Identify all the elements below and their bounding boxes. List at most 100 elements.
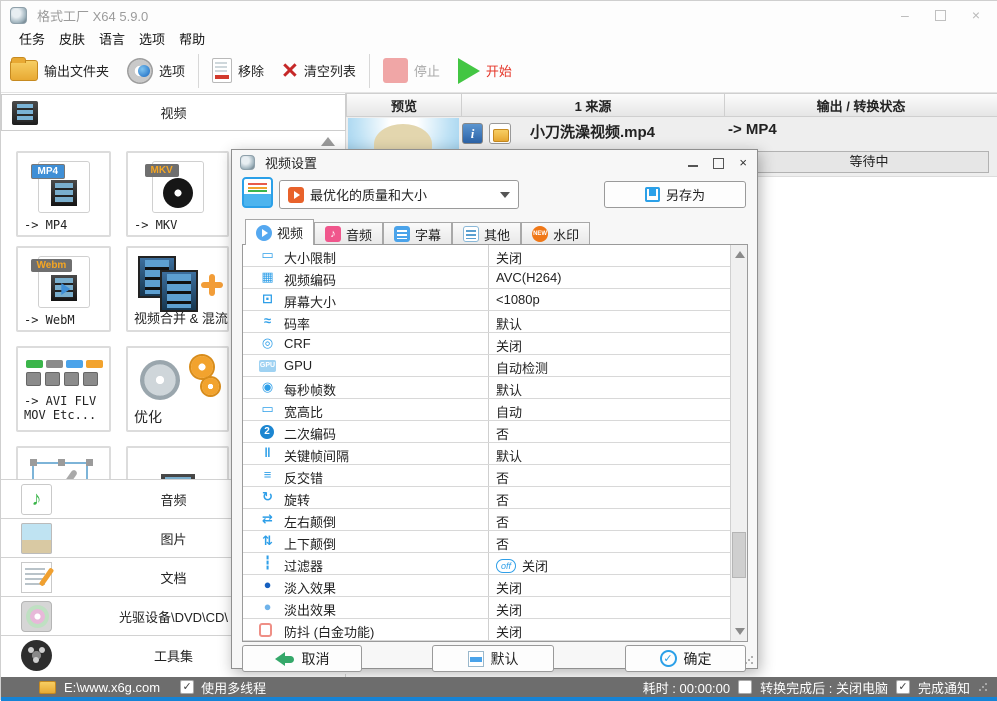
- other-tab-icon: [463, 226, 480, 242]
- mkv-file-icon: MKV: [144, 161, 204, 213]
- scroll-up-arrow[interactable]: [735, 251, 745, 258]
- tab-audio[interactable]: ♪ 音频: [314, 222, 384, 245]
- setting-row-chip[interactable]: ▦ 视频编码 AVC(H264): [243, 267, 747, 289]
- column-output-status[interactable]: 输出 / 转换状态: [725, 94, 997, 116]
- output-path[interactable]: E:\www.x6g.com: [64, 680, 160, 695]
- save-as-label: 另存为: [665, 188, 705, 203]
- start-button[interactable]: 开始: [449, 51, 521, 91]
- tab-other[interactable]: 其他: [452, 222, 522, 245]
- menu-item-3[interactable]: 选项: [139, 29, 165, 49]
- list-scrollbar[interactable]: [730, 245, 747, 641]
- floppy-icon: [644, 187, 660, 202]
- card-to-avi-flv-mov[interactable]: -> AVI FLV MOV Etc...: [16, 346, 111, 432]
- default-button[interactable]: 默认: [432, 645, 554, 672]
- column-preview[interactable]: 预览: [347, 94, 462, 116]
- column-divider: [488, 245, 489, 266]
- dialog-maximize-button[interactable]: [713, 158, 725, 169]
- multithread-checkbox[interactable]: ✓: [180, 680, 195, 694]
- column-divider: [488, 333, 489, 354]
- source-filename: 小刀洗澡视频.mp4: [529, 124, 655, 141]
- setting-row-fadeout[interactable]: ● 淡出效果 关闭: [243, 597, 747, 619]
- setting-row-keyframe[interactable]: ‖ 关键帧间隔 默认: [243, 443, 747, 465]
- close-button[interactable]: ×: [972, 7, 980, 23]
- app-icon: [240, 154, 255, 170]
- card-to-webm[interactable]: Webm -> WebM: [16, 246, 111, 332]
- dialog-title-bar[interactable]: 视频设置 ×: [232, 150, 757, 174]
- notify-checkbox[interactable]: ✓: [895, 680, 910, 694]
- card-label: 视频合并 & 混流: [134, 311, 228, 326]
- setting-row-speedometer[interactable]: ◉ 每秒帧数 默认: [243, 377, 747, 399]
- setting-row-two[interactable]: 2 二次编码 否: [243, 421, 747, 443]
- setting-row-rotate[interactable]: ↻ 旋转 否: [243, 487, 747, 509]
- clear-icon: ×: [282, 55, 298, 85]
- shutdown-checkbox[interactable]: [738, 680, 753, 694]
- setting-row-waves[interactable]: ≈ 码率 默认: [243, 311, 747, 333]
- webm-file-icon: Webm: [30, 256, 90, 308]
- stop-button[interactable]: 停止: [374, 51, 449, 91]
- cancel-button[interactable]: 取消: [242, 645, 362, 672]
- column-divider: [488, 267, 489, 288]
- menu-item-4[interactable]: 帮助: [179, 29, 205, 49]
- setting-row-deinterlace[interactable]: ≡ 反交错 否: [243, 465, 747, 487]
- dialog-close-button[interactable]: ×: [739, 155, 747, 170]
- tab-watermark[interactable]: NEW 水印: [521, 222, 591, 245]
- card-to-mp4[interactable]: MP4 -> MP4: [16, 151, 111, 237]
- card-label: 优化: [134, 409, 162, 425]
- setting-label: 关键帧间隔: [284, 449, 350, 464]
- check-circle-icon: ✓: [659, 650, 677, 667]
- column-source[interactable]: 1 来源: [462, 94, 725, 116]
- tab-label: 音频: [346, 227, 373, 243]
- setting-row-flipv[interactable]: ⇅ 上下颠倒 否: [243, 531, 747, 553]
- setting-row-filter[interactable]: ┇ 过滤器 off 关闭: [243, 553, 747, 575]
- mkv-badge: MKV: [144, 164, 179, 177]
- card-to-mkv[interactable]: MKV -> MKV: [126, 151, 229, 237]
- menu-item-2[interactable]: 语言: [99, 29, 125, 49]
- ruler-icon: ▭: [261, 247, 274, 262]
- minimize-button[interactable]: –: [901, 7, 909, 23]
- card-partial-screen[interactable]: [126, 446, 229, 479]
- two-icon: 2: [260, 425, 274, 439]
- film-icon: [50, 180, 77, 206]
- card-partial-crop[interactable]: [16, 446, 111, 479]
- scroll-down-arrow[interactable]: [735, 628, 745, 635]
- setting-row-aspect[interactable]: ▭ 宽高比 自动: [243, 399, 747, 421]
- film-icon: [160, 270, 198, 312]
- video-category-header[interactable]: 视频: [1, 94, 346, 131]
- resize-grip[interactable]: [744, 655, 754, 665]
- setting-value-text: 自动: [496, 405, 523, 420]
- setting-value-text: AVC(H264): [496, 270, 562, 285]
- setting-label: GPU: [284, 358, 313, 373]
- card-optimize[interactable]: 优化: [126, 346, 229, 432]
- setting-value-text: 关闭: [522, 559, 549, 574]
- menu-item-0[interactable]: 任务: [19, 29, 45, 49]
- tab-video[interactable]: 视频: [245, 219, 315, 245]
- menu-item-1[interactable]: 皮肤: [59, 29, 85, 49]
- setting-value-text: 否: [496, 427, 510, 442]
- output-folder-icon: [10, 57, 38, 81]
- scrollbar-thumb[interactable]: [732, 532, 746, 578]
- window-resize-grip[interactable]: [978, 682, 988, 692]
- profile-dropdown[interactable]: 最优化的质量和大小: [279, 180, 519, 209]
- clear-list-button[interactable]: × 清空列表: [273, 51, 365, 91]
- setting-row-ruler[interactable]: ▭ 大小限制 关闭: [243, 245, 747, 267]
- card-video-merge[interactable]: 视频合并 & 混流: [126, 246, 229, 332]
- maximize-button[interactable]: [934, 10, 946, 21]
- setting-row-gpu[interactable]: GPU GPU 自动检测: [243, 355, 747, 377]
- output-folder-button[interactable]: 输出文件夹: [1, 51, 118, 91]
- setting-row-gear[interactable]: ◎ CRF 关闭: [243, 333, 747, 355]
- dialog-minimize-button[interactable]: [688, 165, 699, 167]
- ok-button[interactable]: ✓ 确定: [625, 645, 746, 672]
- aspect-icon: ▭: [261, 401, 274, 416]
- remove-button[interactable]: 移除: [203, 51, 273, 91]
- setting-row-fadein[interactable]: ● 淡入效果 关闭: [243, 575, 747, 597]
- video-category-label: 视频: [160, 106, 187, 121]
- save-as-button[interactable]: 另存为: [604, 181, 746, 208]
- setting-row-fliph[interactable]: ⇄ 左右颠倒 否: [243, 509, 747, 531]
- options-button[interactable]: 选项: [118, 51, 194, 91]
- flipv-icon: ⇅: [262, 533, 273, 548]
- tab-subtitle[interactable]: 字幕: [383, 222, 453, 245]
- setting-row-monitor[interactable]: ⊡ 屏幕大小 <1080p: [243, 289, 747, 311]
- setting-row-stab[interactable]: 防抖 (白金功能) 关闭: [243, 619, 747, 641]
- column-divider: [488, 289, 489, 310]
- dialog-title: 视频设置: [265, 155, 318, 171]
